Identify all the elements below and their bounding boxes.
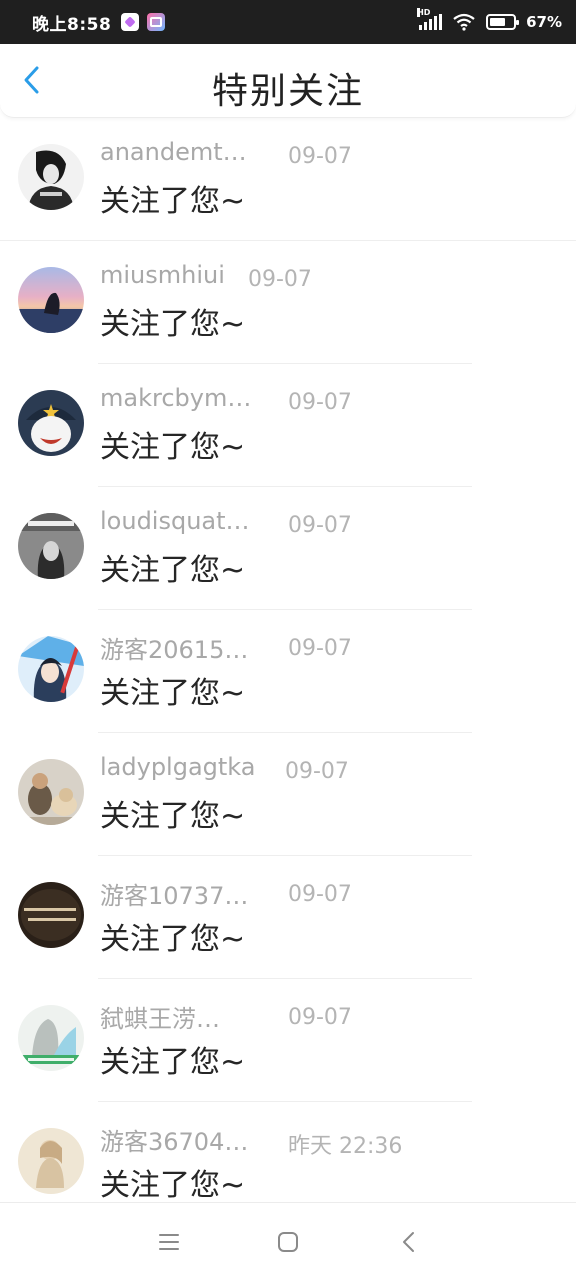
message-text: 关注了您~ [100,307,246,342]
timestamp: 09-07 [288,144,352,169]
battery-percent: 67% [526,13,562,31]
user-name[interactable]: miusmhiui [100,261,225,289]
user-name[interactable]: 游客36704… [100,1122,248,1157]
message-text: 关注了您~ [100,676,246,711]
list-item[interactable]: ladyplgagtka 09-07 关注了您~ [0,733,576,856]
notification-app-icon [121,13,140,31]
recent-apps-button[interactable] [155,1229,183,1255]
home-button[interactable] [274,1229,302,1255]
message-text: 关注了您~ [100,1045,246,1080]
list-item[interactable]: makrcbym… 09-07 关注了您~ [0,364,576,487]
list-item[interactable]: miusmhiui 09-07 关注了您~ [0,241,576,364]
avatar-dark-text [18,882,84,948]
avatar-child-with-dog [18,759,84,825]
avatar-cartoon-character [18,390,84,456]
timestamp: 09-07 [288,513,352,538]
notification-gallery-icon [147,13,166,31]
message-text: 关注了您~ [100,1168,246,1203]
home-icon [278,1232,298,1252]
list-item[interactable]: loudisquat… 09-07 关注了您~ [0,487,576,610]
follow-notification-list: anandemt… 09-07 关注了您~ miusmhiui 09-07 关注… [0,118,576,1225]
timestamp: 09-07 [288,882,352,907]
cell-signal-icon: HD [417,8,443,30]
timestamp: 09-07 [285,759,349,784]
message-text: 关注了您~ [100,184,246,219]
avatar[interactable] [18,267,84,333]
user-name[interactable]: 游客20615… [100,630,248,665]
timestamp: 昨天 22:36 [288,1134,403,1159]
status-time: 晚上8:58 [32,14,112,35]
avatar-gray-portrait [18,513,84,579]
avatar-black-white-girl [18,144,84,210]
user-name[interactable]: makrcbym… [100,384,251,412]
timestamp: 09-07 [248,267,312,292]
avatar[interactable] [18,759,84,825]
timestamp: 09-07 [288,1005,352,1030]
timestamp: 09-07 [288,390,352,415]
list-item[interactable]: 游客20615… 09-07 关注了您~ [0,610,576,733]
avatar[interactable] [18,882,84,948]
battery-icon [486,14,520,30]
message-text: 关注了您~ [100,430,246,465]
message-text: 关注了您~ [100,799,246,834]
network-label: HD [417,8,431,17]
status-bar: 晚上8:58 HD 67% [0,0,576,44]
user-name[interactable]: 弑蜞王涝… [100,999,220,1034]
page-title: 特别关注 [211,71,364,112]
avatar-anime-boy [18,636,84,702]
user-name[interactable]: anandemt… [100,138,247,166]
avatar[interactable] [18,1005,84,1071]
avatar-light-green [18,1005,84,1071]
list-item[interactable]: anandemt… 09-07 关注了您~ [0,118,576,241]
avatar[interactable] [18,144,84,210]
timestamp: 09-07 [288,636,352,661]
system-back-button[interactable] [395,1229,423,1255]
menu-icon [159,1234,179,1250]
list-item[interactable]: 游客10737… 09-07 关注了您~ [0,856,576,979]
message-text: 关注了您~ [100,922,246,957]
avatar-beige-illustration [18,1128,84,1194]
avatar-sunset-sea [18,267,84,333]
avatar[interactable] [18,390,84,456]
list-item[interactable]: 弑蜞王涝… 09-07 关注了您~ [0,979,576,1102]
system-navigation-bar [0,1202,576,1280]
user-name[interactable]: 游客10737… [100,876,248,911]
avatar[interactable] [18,1128,84,1194]
back-triangle-icon [403,1232,414,1252]
message-text: 关注了您~ [100,553,246,588]
wifi-icon [453,13,475,31]
user-name[interactable]: ladyplgagtka [100,753,255,781]
avatar[interactable] [18,513,84,579]
avatar[interactable] [18,636,84,702]
header: 特别关注 [0,44,576,118]
user-name[interactable]: loudisquat… [100,507,250,535]
